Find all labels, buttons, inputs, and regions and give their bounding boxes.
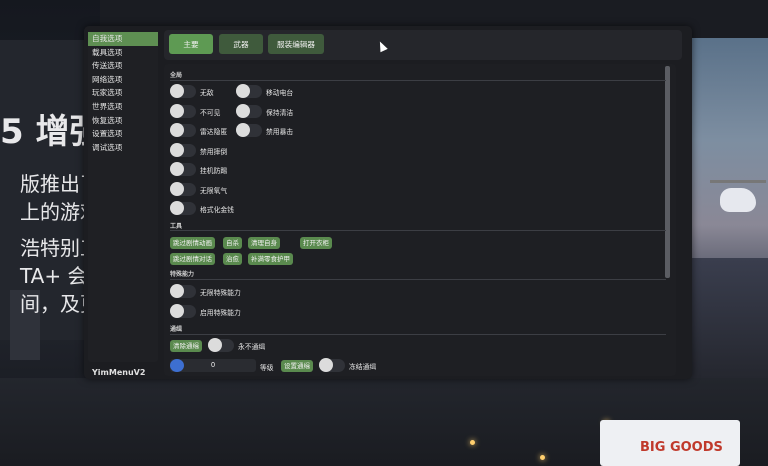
- divider: [170, 334, 666, 335]
- toggle-label: 禁用暴击: [266, 127, 294, 136]
- toggle-switch[interactable]: [170, 84, 196, 98]
- section-title-wanted: 通缉: [170, 326, 183, 333]
- refill-snacks-armor-button[interactable]: 补满零食护甲: [248, 253, 293, 265]
- toggle-label: 保持清洁: [266, 108, 294, 117]
- sidebar-item-players[interactable]: 玩家选项: [88, 86, 158, 100]
- toggle-no-crit[interactable]: 禁用暴击: [236, 123, 294, 137]
- tab-outfit-editor[interactable]: 服装编辑器: [268, 34, 324, 54]
- sidebar-item-teleport[interactable]: 传送选项: [88, 59, 158, 73]
- toggle-switch[interactable]: [170, 182, 196, 196]
- skip-dialogue-button[interactable]: 跳过剧情对话: [170, 253, 215, 265]
- sidebar-item-settings[interactable]: 设置选项: [88, 127, 158, 141]
- skip-cutscene-button[interactable]: 跳过剧情动画: [170, 237, 215, 249]
- sidebar: 自我选项 载具选项 传送选项 网络选项 玩家选项 世界选项 恢复选项 设置选项 …: [88, 32, 158, 377]
- main-content: 全局 无敌 不可见 雷达隐匿 禁用摔倒 挂机防踢 无限氧气 格式化金钱 移动电台…: [164, 64, 676, 376]
- section-title-tools: 工具: [170, 223, 183, 230]
- set-wanted-button[interactable]: 设置通缉: [281, 360, 313, 372]
- toggle-anti-afk[interactable]: 挂机防踢: [170, 162, 228, 176]
- tab-bar: 主要 武器 服装编辑器: [164, 30, 682, 60]
- helicopter-image: [720, 188, 756, 212]
- toggle-label: 不可见: [200, 108, 221, 117]
- toggle-switch[interactable]: [170, 104, 196, 118]
- clean-self-button[interactable]: 清理自身: [248, 237, 280, 249]
- wanted-level-label: 等级: [260, 364, 274, 372]
- toggle-label: 无敌: [200, 88, 214, 97]
- toggle-label: 无限特殊能力: [200, 288, 241, 297]
- toggle-freeze-wanted[interactable]: 冻结通缉: [319, 358, 377, 372]
- scrollbar[interactable]: [665, 66, 670, 278]
- toggle-switch[interactable]: [236, 123, 262, 137]
- toggle-no-ragdoll[interactable]: 禁用摔倒: [170, 143, 228, 157]
- section-title-special: 特殊能力: [170, 271, 195, 278]
- toggle-switch[interactable]: [319, 358, 345, 372]
- sidebar-list: 自我选项 载具选项 传送选项 网络选项 玩家选项 世界选项 恢复选项 设置选项 …: [88, 32, 158, 362]
- toggle-radar-hide[interactable]: 雷达隐匿: [170, 123, 228, 137]
- background-right-scene: [690, 38, 768, 378]
- truck-text: BIG GOODS: [640, 440, 723, 455]
- divider: [170, 80, 666, 81]
- divider: [170, 279, 666, 280]
- sidebar-item-network[interactable]: 网络选项: [88, 73, 158, 87]
- wanted-level-slider[interactable]: 0: [170, 359, 256, 372]
- toggle-never-wanted[interactable]: 永不通缉: [208, 338, 266, 352]
- menu-title: YimMenuV2: [92, 368, 146, 377]
- toggle-format-money[interactable]: 格式化金钱: [170, 201, 234, 215]
- toggle-label: 禁用摔倒: [200, 147, 228, 156]
- toggle-keep-clean[interactable]: 保持清洁: [236, 104, 294, 118]
- toggle-switch[interactable]: [236, 104, 262, 118]
- toggle-god-mode[interactable]: 无敌: [170, 84, 214, 98]
- toggle-switch[interactable]: [170, 304, 196, 318]
- toggle-switch[interactable]: [236, 84, 262, 98]
- toggle-label: 无限氧气: [200, 186, 228, 195]
- slider-value: 0: [210, 361, 216, 369]
- divider: [170, 230, 666, 231]
- toggle-switch[interactable]: [170, 201, 196, 215]
- sidebar-item-debug[interactable]: 调试选项: [88, 141, 158, 155]
- open-wardrobe-button[interactable]: 打开衣柜: [300, 237, 332, 249]
- toggle-label: 挂机防踢: [200, 166, 228, 175]
- suicide-button[interactable]: 自杀: [223, 237, 242, 249]
- sidebar-item-recovery[interactable]: 恢复选项: [88, 114, 158, 128]
- toggle-switch[interactable]: [170, 143, 196, 157]
- sidebar-item-world[interactable]: 世界选项: [88, 100, 158, 114]
- yimmenu-window: 自我选项 载具选项 传送选项 网络选项 玩家选项 世界选项 恢复选项 设置选项 …: [84, 26, 692, 379]
- toggle-enable-special-ability[interactable]: 启用特殊能力: [170, 304, 241, 318]
- section-title-general: 全局: [170, 72, 183, 79]
- toggle-switch[interactable]: [208, 338, 234, 352]
- toggle-mobile-radio[interactable]: 移动电台: [236, 84, 294, 98]
- tab-main[interactable]: 主要: [169, 34, 213, 54]
- toggle-label: 格式化金钱: [200, 205, 234, 214]
- sidebar-item-vehicle[interactable]: 载具选项: [88, 46, 158, 60]
- toggle-label: 冻结通缉: [349, 362, 377, 371]
- toggle-invisible[interactable]: 不可见: [170, 104, 221, 118]
- clear-wanted-button[interactable]: 清除通缉: [170, 340, 202, 352]
- heal-button[interactable]: 治愈: [223, 253, 242, 265]
- toggle-switch[interactable]: [170, 162, 196, 176]
- toggle-label: 永不通缉: [238, 342, 266, 351]
- toggle-switch[interactable]: [170, 123, 196, 137]
- sidebar-item-self[interactable]: 自我选项: [88, 32, 158, 46]
- toggle-infinite-special-ability[interactable]: 无限特殊能力: [170, 284, 241, 298]
- tab-weapons[interactable]: 武器: [219, 34, 263, 54]
- toggle-label: 启用特殊能力: [200, 308, 241, 317]
- toggle-label: 雷达隐匿: [200, 127, 228, 136]
- toggle-infinite-oxygen[interactable]: 无限氧气: [170, 182, 228, 196]
- toggle-label: 移动电台: [266, 88, 294, 97]
- toggle-switch[interactable]: [170, 284, 196, 298]
